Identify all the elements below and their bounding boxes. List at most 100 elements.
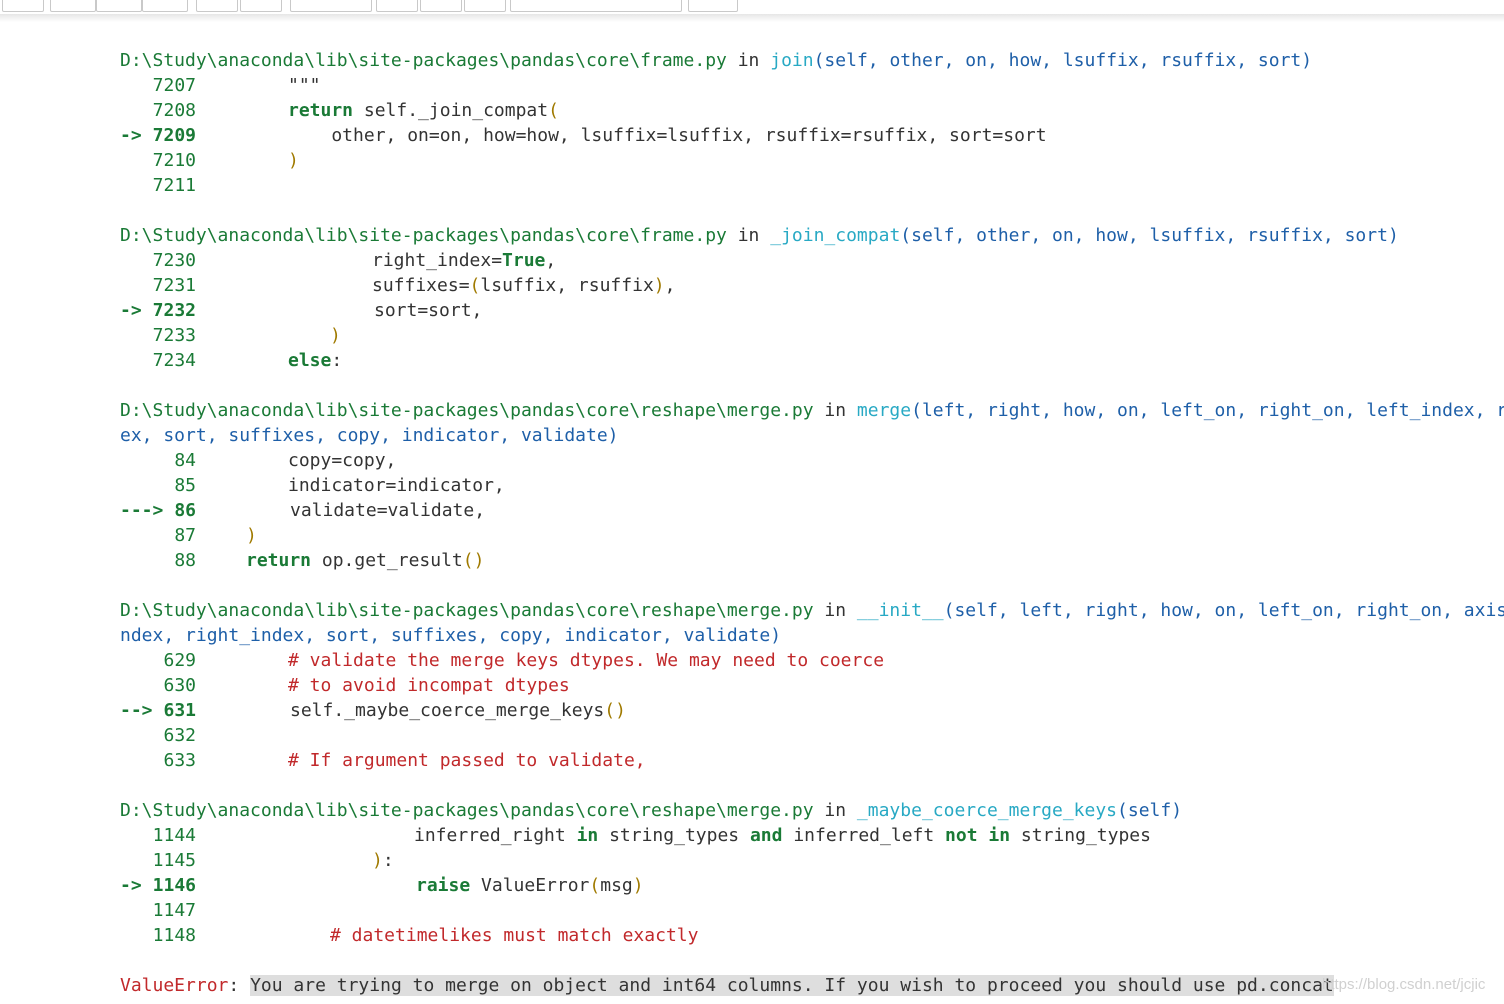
toolbar-button[interactable] bbox=[50, 0, 96, 12]
frame-header: D:\Study\anaconda\lib\site-packages\pand… bbox=[120, 48, 1312, 73]
frame-header-continued: ex, sort, suffixes, copy, indicator, val… bbox=[120, 423, 619, 448]
function-args: (self, other, on, how, lsuffix, rsuffix,… bbox=[900, 225, 1399, 246]
code-keyword: and bbox=[749, 825, 783, 846]
code-content: indicator=indicator, bbox=[288, 473, 505, 498]
toolbar-shadow bbox=[0, 14, 1504, 22]
toolbar-button[interactable] bbox=[196, 0, 238, 12]
toolbar-button[interactable] bbox=[96, 0, 142, 12]
toolbar-button[interactable] bbox=[142, 0, 188, 12]
code-line: 629 # validate the merge keys dtypes. We … bbox=[0, 648, 1504, 673]
code-line: 84 copy=copy, bbox=[0, 448, 1504, 473]
code-paren: ( bbox=[589, 875, 601, 896]
code-content: # datetimelikes must match exactly bbox=[330, 923, 698, 948]
toolbar-button[interactable] bbox=[464, 0, 506, 12]
line-number: 7211 bbox=[152, 175, 196, 196]
function-args: (self, left, right, how, on, left_on, ri… bbox=[943, 600, 1504, 621]
code-content: inferred_right in string_types and infer… bbox=[414, 823, 1151, 848]
run-button[interactable] bbox=[290, 0, 372, 12]
code-text: copy=copy, bbox=[288, 450, 397, 471]
line-number: 88 bbox=[174, 550, 196, 571]
code-content: right_index=True, bbox=[372, 248, 556, 273]
code-paren: ( bbox=[604, 700, 616, 721]
line-number: 1148 bbox=[152, 925, 196, 946]
line-number: 7232 bbox=[152, 300, 196, 321]
code-text: msg bbox=[600, 875, 633, 896]
code-text: lsuffix, rsuffix bbox=[480, 275, 654, 296]
file-path[interactable]: D:\Study\anaconda\lib\site-packages\pand… bbox=[120, 225, 727, 246]
code-line: 88 return op.get_result() bbox=[0, 548, 1504, 573]
toolbar-button[interactable] bbox=[688, 0, 738, 12]
error-type: ValueError bbox=[120, 975, 229, 996]
code-content: sort=sort, bbox=[374, 298, 482, 323]
code-content: raise ValueError(msg) bbox=[416, 873, 644, 898]
code-paren: ) bbox=[473, 550, 485, 571]
code-content: other, on=on, how=how, lsuffix=lsuffix, … bbox=[288, 123, 1046, 148]
code-line: 7231 suffixes=(lsuffix, rsuffix), bbox=[0, 273, 1504, 298]
code-content: # If argument passed to validate, bbox=[288, 748, 646, 773]
code-keyword: return bbox=[288, 100, 354, 121]
code-line: 7211 bbox=[0, 173, 1504, 198]
line-number: 1147 bbox=[152, 900, 196, 921]
header-in: in bbox=[726, 225, 771, 246]
file-path[interactable]: D:\Study\anaconda\lib\site-packages\pand… bbox=[120, 50, 727, 71]
code-line: 7210) bbox=[0, 148, 1504, 173]
file-path[interactable]: D:\Study\anaconda\lib\site-packages\pand… bbox=[120, 400, 814, 421]
function-args: ex, sort, suffixes, copy, indicator, val… bbox=[120, 425, 619, 446]
line-number: 632 bbox=[163, 725, 196, 746]
code-content: else: bbox=[288, 348, 342, 373]
toolbar-button[interactable] bbox=[420, 0, 462, 12]
code-paren: ) bbox=[246, 525, 257, 546]
code-line: 7208 return self._join_compat( bbox=[0, 98, 1504, 123]
code-line: 7234 else: bbox=[0, 348, 1504, 373]
code-paren: ) bbox=[330, 325, 341, 346]
toolbar-button[interactable] bbox=[376, 0, 418, 12]
line-number: 87 bbox=[174, 525, 196, 546]
line-number: 633 bbox=[163, 750, 196, 771]
code-content: ) bbox=[246, 523, 257, 548]
code-line: 1144 inferred_right in string_types and i… bbox=[0, 823, 1504, 848]
error-separator: : bbox=[228, 975, 251, 996]
line-number: 630 bbox=[163, 675, 196, 696]
function-args: (left, right, how, on, left_on, right_on… bbox=[911, 400, 1504, 421]
toolbar-button[interactable] bbox=[2, 0, 44, 12]
code-content: self._maybe_coerce_merge_keys() bbox=[290, 698, 626, 723]
code-text: op.get_result bbox=[311, 550, 463, 571]
code-line: 1145): bbox=[0, 848, 1504, 873]
line-number: 7210 bbox=[152, 150, 196, 171]
function-args: (self) bbox=[1117, 800, 1183, 821]
code-keyword: True bbox=[502, 250, 546, 271]
current-line-arrow: -> bbox=[120, 125, 142, 146]
file-path[interactable]: D:\Study\anaconda\lib\site-packages\pand… bbox=[120, 600, 814, 621]
code-keyword: not bbox=[945, 825, 978, 846]
code-paren: ) bbox=[653, 275, 665, 296]
code-text: , bbox=[664, 275, 676, 296]
error-message[interactable]: You are trying to merge on object and in… bbox=[250, 975, 1334, 996]
frame-header: D:\Study\anaconda\lib\site-packages\pand… bbox=[120, 798, 1182, 823]
current-line-arrow: -> bbox=[120, 300, 142, 321]
toolbar-button[interactable] bbox=[240, 0, 282, 12]
function-name: _join_compat bbox=[770, 225, 901, 246]
line-number: 631 bbox=[163, 700, 196, 721]
function-name: join bbox=[770, 50, 814, 71]
frame-header: D:\Study\anaconda\lib\site-packages\pand… bbox=[120, 223, 1399, 248]
line-number: 7209 bbox=[152, 125, 196, 146]
frame-header: D:\Study\anaconda\lib\site-packages\pand… bbox=[120, 398, 1504, 423]
error-line: ValueError: You are trying to merge on o… bbox=[120, 973, 1334, 998]
cell-type-select[interactable] bbox=[510, 0, 682, 12]
code-keyword: raise bbox=[416, 875, 471, 896]
file-path[interactable]: D:\Study\anaconda\lib\site-packages\pand… bbox=[120, 800, 814, 821]
code-text: inferred_right bbox=[414, 825, 577, 846]
code-comment: # to avoid incompat dtypes bbox=[288, 675, 570, 696]
code-text: inferred_left bbox=[782, 825, 946, 846]
line-number: 1145 bbox=[152, 850, 196, 871]
code-content: ) bbox=[288, 148, 299, 173]
code-line: 85 indicator=indicator, bbox=[0, 473, 1504, 498]
code-text: : bbox=[331, 350, 343, 371]
function-args: (self, other, on, how, lsuffix, rsuffix,… bbox=[813, 50, 1313, 71]
header-in: in bbox=[813, 800, 857, 821]
line-number: 7208 bbox=[152, 100, 196, 121]
header-in: in bbox=[726, 50, 771, 71]
line-number: 1146 bbox=[152, 875, 196, 896]
code-text: suffixes= bbox=[372, 275, 470, 296]
